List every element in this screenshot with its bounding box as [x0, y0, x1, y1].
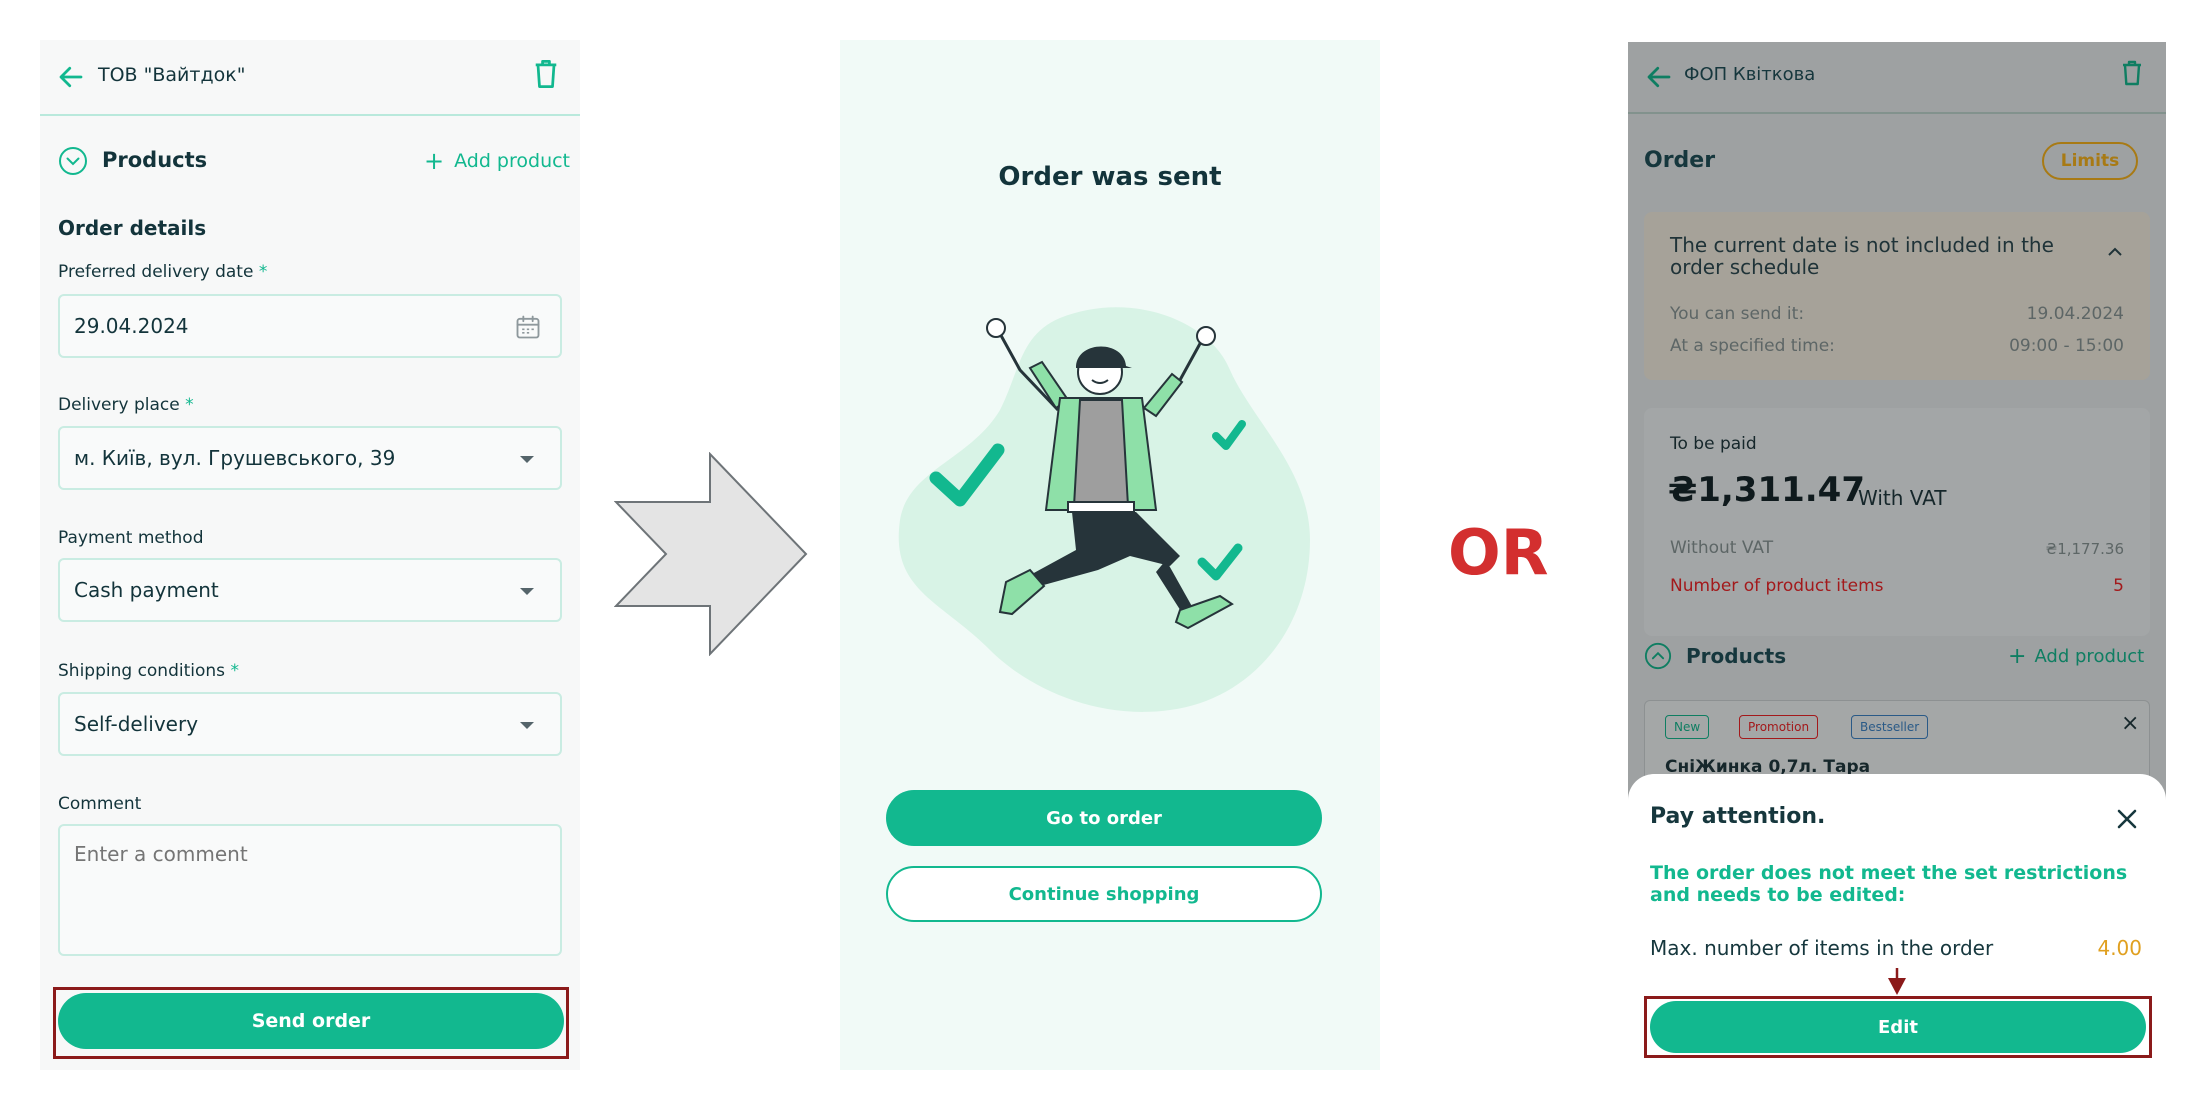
- plus-icon: +: [424, 147, 445, 175]
- order-sent-title: Order was sent: [998, 162, 1222, 192]
- payment-method-value: Cash payment: [74, 578, 219, 602]
- comment-label: Comment: [58, 794, 141, 814]
- order-details-title: Order details: [58, 216, 207, 240]
- go-to-order-button[interactable]: Go to order: [886, 790, 1322, 846]
- sheet-title: Pay attention.: [1650, 804, 1826, 829]
- badge-bestseller: Bestseller: [1851, 715, 1929, 739]
- order-title: Order: [1644, 148, 1716, 173]
- products-section-title: Products: [1686, 644, 1787, 668]
- trash-icon[interactable]: [2120, 58, 2144, 88]
- to-be-paid-label: To be paid: [1670, 434, 1757, 454]
- schedule-notice: The current date is not included in the …: [1644, 212, 2150, 380]
- without-vat-label: Without VAT: [1670, 538, 1774, 558]
- chevron-down-icon: [520, 588, 534, 595]
- chevron-down-circle-icon[interactable]: [58, 146, 88, 176]
- header: ТОВ "Вайтдок": [40, 40, 580, 116]
- delivery-place-value: м. Київ, вул. Грушевського, 39: [74, 446, 396, 470]
- chevron-up-circle-icon[interactable]: [1644, 642, 1672, 670]
- back-arrow-icon[interactable]: [56, 62, 86, 92]
- add-product-button[interactable]: + Add product: [2008, 643, 2145, 669]
- without-vat-value: ₴1,177.36: [2045, 540, 2124, 558]
- delivery-place-label: Delivery place *: [58, 395, 194, 415]
- delivery-date-field[interactable]: 29.04.2024: [58, 294, 562, 358]
- delivery-place-select[interactable]: м. Київ, вул. Грушевського, 39: [58, 426, 562, 490]
- order-sent-screen: Order was sent Go to order Continue shop…: [840, 40, 1380, 1070]
- restriction-label: Max. number of items in the order: [1650, 936, 1994, 960]
- comment-label-text: Comment: [58, 794, 142, 814]
- items-count-label: Number of product items: [1670, 576, 1884, 596]
- remove-product-icon[interactable]: ×: [2121, 711, 2139, 736]
- header: ФОП Квіткова: [1628, 42, 2166, 114]
- add-product-label: Add product: [454, 150, 571, 172]
- calendar-icon[interactable]: [514, 313, 542, 341]
- back-arrow-icon[interactable]: [1644, 62, 1674, 92]
- or-label: OR: [1448, 516, 1549, 589]
- send-value: 19.04.2024: [2026, 304, 2124, 324]
- company-name: ФОП Квіткова: [1684, 64, 1816, 85]
- chevron-down-icon: [520, 722, 534, 729]
- products-section-title: Products: [102, 148, 208, 172]
- limits-button[interactable]: Limits: [2042, 142, 2138, 180]
- pay-attention-sheet: Pay attention. The order does not meet t…: [1628, 774, 2166, 1062]
- sheet-message: The order does not meet the set restrict…: [1650, 862, 2128, 906]
- delivery-date-label: Preferred delivery date *: [58, 262, 267, 282]
- payment-method-label: Payment method: [58, 528, 203, 548]
- arrow-right-icon: [614, 452, 808, 656]
- badge-new: New: [1665, 715, 1710, 739]
- company-name: ТОВ "Вайтдок": [98, 64, 246, 86]
- chevron-up-icon[interactable]: [2106, 246, 2124, 258]
- send-label: You can send it:: [1670, 304, 1805, 324]
- send-order-button[interactable]: Send order: [58, 993, 564, 1049]
- shipping-label-text: Shipping conditions: [58, 661, 226, 681]
- plus-icon: +: [2008, 643, 2027, 669]
- time-label: At a specified time:: [1670, 336, 1835, 356]
- delivery-date-label-text: Preferred delivery date: [58, 262, 254, 282]
- required-mark: *: [230, 661, 239, 681]
- trash-icon[interactable]: [532, 58, 560, 90]
- badge-promotion: Promotion: [1739, 715, 1819, 739]
- with-vat-label: With VAT: [1858, 486, 1947, 510]
- continue-shopping-button[interactable]: Continue shopping: [886, 866, 1322, 922]
- shipping-value: Self-delivery: [74, 712, 199, 736]
- required-mark: *: [185, 395, 194, 415]
- shipping-label: Shipping conditions *: [58, 661, 239, 681]
- close-icon[interactable]: [2116, 808, 2138, 830]
- delivery-date-value: 29.04.2024: [74, 314, 189, 338]
- time-value: 09:00 - 15:00: [2009, 336, 2124, 356]
- shipping-select[interactable]: Self-delivery: [58, 692, 562, 756]
- delivery-place-label-text: Delivery place: [58, 395, 180, 415]
- add-product-button[interactable]: + Add product: [424, 147, 571, 175]
- edit-button[interactable]: Edit: [1650, 1001, 2146, 1053]
- celebration-illustration: [898, 307, 1310, 712]
- payment-method-select[interactable]: Cash payment: [58, 558, 562, 622]
- payment-summary: To be paid ₴1,311.47 With VAT Without VA…: [1644, 408, 2150, 636]
- chevron-down-icon: [520, 456, 534, 463]
- items-count-value: 5: [2113, 576, 2124, 596]
- order-form-screen: ТОВ "Вайтдок" Products + Add product Ord…: [40, 40, 580, 1070]
- pointer-arrow-icon: [1888, 968, 1906, 995]
- restriction-value: 4.00: [2097, 936, 2142, 960]
- add-product-label: Add product: [2034, 646, 2145, 667]
- required-mark: *: [258, 262, 268, 282]
- payment-method-label-text: Payment method: [58, 528, 204, 548]
- comment-input[interactable]: [58, 824, 562, 956]
- order-restrictions-screen: ФОП Квіткова Order Limits The current da…: [1628, 42, 2166, 1062]
- amount-value: ₴1,311.47: [1668, 470, 1865, 510]
- notice-title: The current date is not included in the …: [1670, 233, 2054, 279]
